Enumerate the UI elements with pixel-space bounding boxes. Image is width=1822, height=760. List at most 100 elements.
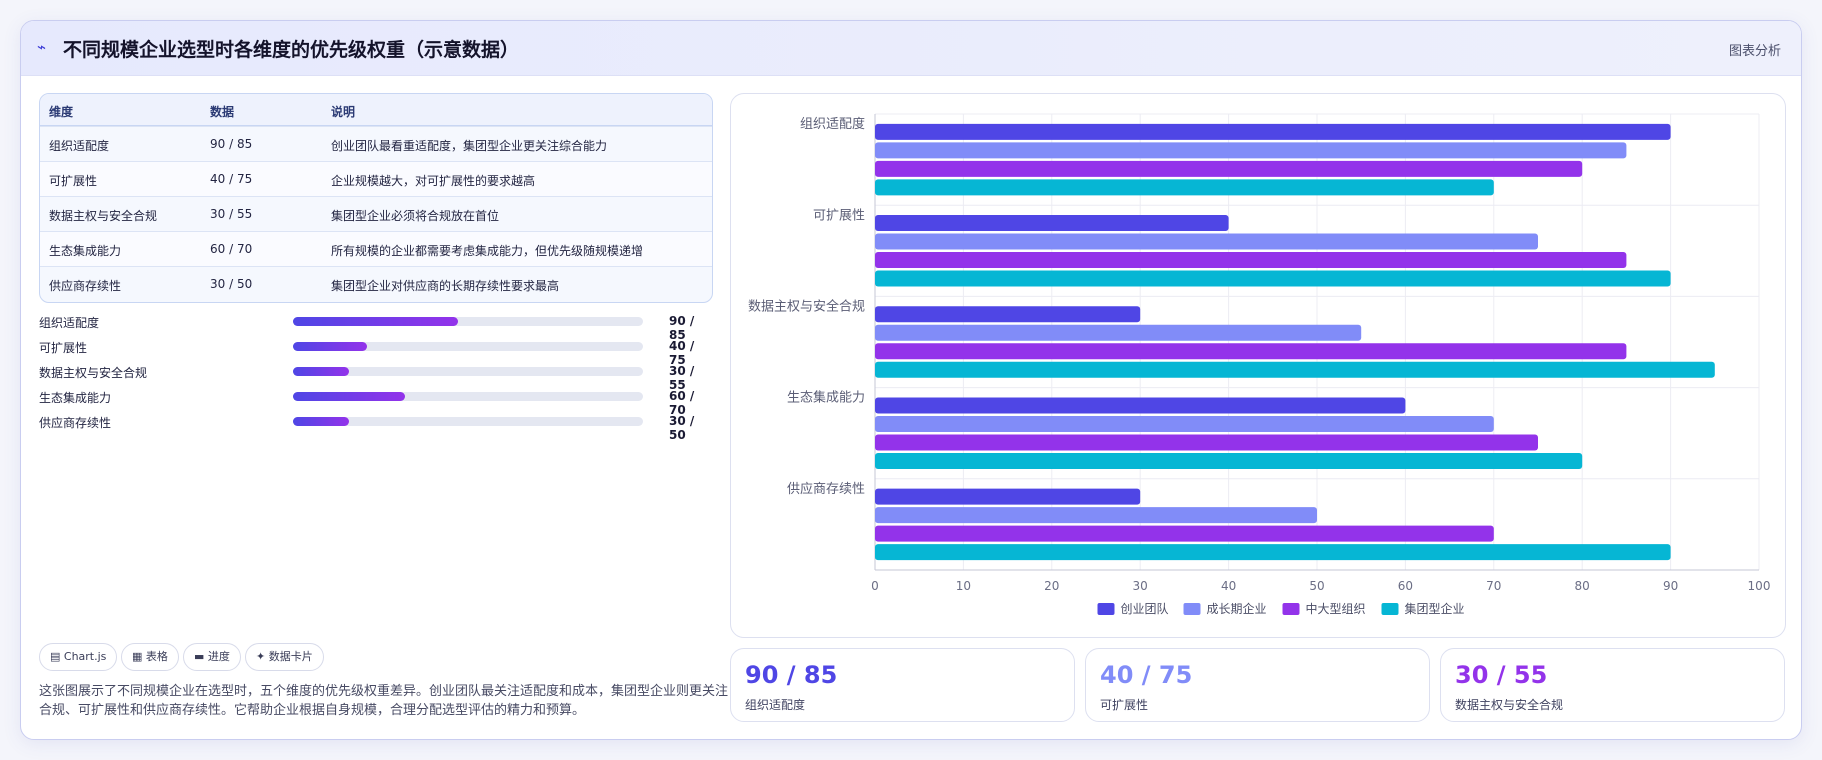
- bar-0-2: [875, 306, 1141, 323]
- table-tag: ▦ 表格: [121, 643, 179, 671]
- progress-value: 30 / 50: [669, 414, 695, 442]
- page-title: 不同规模企业选型时各维度的优先级权重（示意数据）: [63, 39, 520, 61]
- table-cell: 60 / 70: [210, 242, 253, 256]
- progress-label: 组织适配度: [39, 316, 100, 330]
- bar-1-2: [875, 324, 1362, 341]
- table-row: 数据主权与安全合规 30 / 55 集团型企业必须将合规放在首位: [40, 196, 712, 231]
- table-cell: 集团型企业对供应商的长期存续性要求最高: [331, 279, 560, 293]
- table-cell: 企业规模越大，对可扩展性的要求越高: [331, 174, 536, 188]
- progress-fill: [293, 317, 458, 326]
- progress-item: 供应商存续性 30 / 50: [39, 411, 699, 442]
- stat-value: 90 / 85: [745, 661, 838, 689]
- column-header: 数据: [210, 105, 235, 119]
- legend-swatch: [1097, 603, 1115, 615]
- chart-panel: 0 10 20 30 40 50 60 70 80 90 100 组织适配度 可扩展性 数据主权与安全合规…: [730, 93, 1786, 638]
- chart-card: ⌁ 不同规模企业选型时各维度的优先级权重（示意数据） 图表分析 维度 数据 说明…: [20, 20, 1802, 740]
- bar-0-0: [875, 123, 1671, 140]
- bar-2-2: [875, 343, 1627, 360]
- x-tick-label: 30: [1133, 579, 1148, 593]
- x-tick-label: 80: [1575, 579, 1590, 593]
- x-tick-label: 10: [956, 579, 971, 593]
- progress-fill: [293, 342, 367, 351]
- progress-fill: [293, 417, 349, 426]
- chart-analysis-label: 图表分析: [1728, 44, 1781, 59]
- table-cell: 90 / 85: [210, 137, 253, 151]
- legend-label: 创业团队: [1121, 601, 1169, 616]
- bar-1-0: [875, 142, 1627, 159]
- progress-track: [293, 417, 643, 426]
- legend-swatch: [1183, 603, 1201, 615]
- progress-label: 数据主权与安全合规: [39, 366, 148, 380]
- chartjs-tag: ▤ Chart.js: [39, 643, 118, 671]
- chart-description: 这张图展示了不同规模企业在选型时，五个维度的优先级权重差异。创业团队最关注适配度…: [39, 684, 729, 718]
- progress-fill: [293, 367, 349, 376]
- y-category-label: 供应商存续性: [787, 481, 865, 497]
- legend-label: 集团型企业: [1405, 601, 1465, 616]
- stat-value: 30 / 55: [1455, 661, 1548, 689]
- progress-tag: ▬ 进度: [183, 643, 241, 671]
- bar-0-1: [875, 215, 1229, 232]
- legend-swatch: [1282, 603, 1300, 615]
- y-category-label: 可扩展性: [813, 208, 865, 223]
- progress-label: 生态集成能力: [39, 391, 112, 405]
- table-cell: 30 / 55: [210, 207, 253, 221]
- bar-2-1: [875, 252, 1627, 269]
- progress-track: [293, 367, 643, 376]
- progress-fill: [293, 392, 405, 401]
- bar-3-0: [875, 179, 1494, 196]
- stat-label: 可扩展性: [1100, 698, 1149, 712]
- bar-2-4: [875, 525, 1494, 542]
- progress-label: 可扩展性: [39, 341, 88, 355]
- x-tick-label: 60: [1398, 579, 1413, 593]
- progress-item: 数据主权与安全合规 30 / 55: [39, 361, 699, 392]
- legend-label: 中大型组织: [1306, 601, 1366, 616]
- table-row: 可扩展性 40 / 75 企业规模越大，对可扩展性的要求越高: [40, 161, 712, 196]
- data-table: 维度 数据 说明 组织适配度 90 / 85 创业团队最看重适配度，集团型企业更…: [39, 93, 713, 303]
- bar-3-2: [875, 361, 1715, 378]
- table-cell: 集团型企业必须将合规放在首位: [331, 209, 500, 223]
- table-cell: 创业团队最看重适配度，集团型企业更关注综合能力: [331, 139, 608, 153]
- bar-1-3: [875, 415, 1494, 432]
- progress-item: 生态集成能力 60 / 70: [39, 386, 699, 417]
- trend-line-icon: ⌁: [37, 38, 47, 56]
- bar-2-3: [875, 434, 1538, 451]
- y-category-label: 生态集成能力: [787, 390, 865, 406]
- bar-3-4: [875, 544, 1671, 561]
- progress-track: [293, 342, 643, 351]
- x-tick-label: 70: [1486, 579, 1501, 593]
- progress-label: 供应商存续性: [39, 416, 112, 430]
- table-cell: 生态集成能力: [49, 244, 122, 258]
- bar-2-0: [875, 160, 1583, 177]
- legend-label: 成长期企业: [1207, 601, 1267, 616]
- bar-chart: 0 10 20 30 40 50 60 70 80 90 100 组织适配度可扩展性数据主权与安全合规…: [748, 113, 1770, 616]
- column-header: 说明: [331, 105, 356, 119]
- legend-swatch: [1381, 603, 1399, 615]
- progress-track: [293, 392, 643, 401]
- stat-label: 组织适配度: [745, 698, 806, 712]
- table-cell: 30 / 50: [210, 277, 253, 291]
- table-header-row: 维度 数据 说明: [40, 94, 712, 126]
- table-row: 生态集成能力 60 / 70 所有规模的企业都需要考虑集成能力，但优先级随规模递…: [40, 231, 712, 266]
- bar-0-4: [875, 488, 1141, 505]
- bar-1-1: [875, 233, 1538, 250]
- progress-item: 可扩展性 40 / 75: [39, 336, 699, 367]
- card-header: ⌁ 不同规模企业选型时各维度的优先级权重（示意数据） 图表分析: [21, 21, 1801, 76]
- bar-3-1: [875, 270, 1671, 287]
- table-row: 供应商存续性 30 / 50 集团型企业对供应商的长期存续性要求最高: [40, 266, 712, 301]
- y-category-label: 组织适配度: [800, 116, 865, 132]
- table-cell: 40 / 75: [210, 172, 253, 186]
- progress-item: 组织适配度 90 / 85: [39, 311, 699, 342]
- table-cell: 数据主权与安全合规: [49, 209, 158, 223]
- table-cell: 组织适配度: [49, 139, 110, 153]
- x-tick-label: 90: [1663, 579, 1678, 593]
- bar-3-3: [875, 452, 1583, 469]
- table-row: 组织适配度 90 / 85 创业团队最看重适配度，集团型企业更关注综合能力: [40, 126, 712, 161]
- stat-card: 90 / 85 组织适配度: [730, 648, 1075, 722]
- x-tick-label: 0: [871, 579, 879, 593]
- y-category-label: 数据主权与安全合规: [748, 299, 865, 315]
- x-tick-label: 20: [1044, 579, 1059, 593]
- stat-value: 40 / 75: [1100, 661, 1193, 689]
- stat-label: 数据主权与安全合规: [1455, 698, 1564, 712]
- table-cell: 所有规模的企业都需要考虑集成能力，但优先级随规模递增: [331, 244, 644, 258]
- progress-track: [293, 317, 643, 326]
